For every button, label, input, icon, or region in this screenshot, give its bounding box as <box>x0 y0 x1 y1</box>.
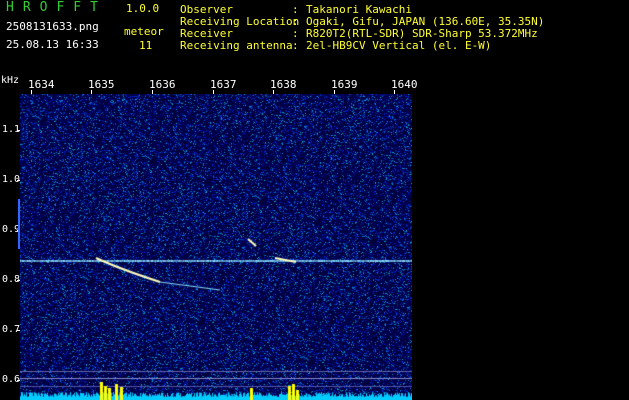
filename-label: 2508131633.png <box>6 20 99 33</box>
meteor-count-label: meteor <box>124 25 164 38</box>
antenna-value: 2el-HB9CV Vertical (el. E-W) <box>306 39 492 52</box>
spectrogram-panel <box>20 94 412 400</box>
datetime-label: 25.08.13 16:33 <box>6 38 99 51</box>
app-version: 1.0.0 <box>126 2 160 15</box>
antenna-key: Receiving antenna <box>180 39 293 52</box>
spectrogram-canvas <box>20 94 412 400</box>
app-title: HROFFT <box>6 0 107 15</box>
y-axis-unit: kHz <box>1 75 20 86</box>
meteor-count-value: 11 <box>139 39 153 52</box>
antenna-colon: : <box>292 39 299 52</box>
